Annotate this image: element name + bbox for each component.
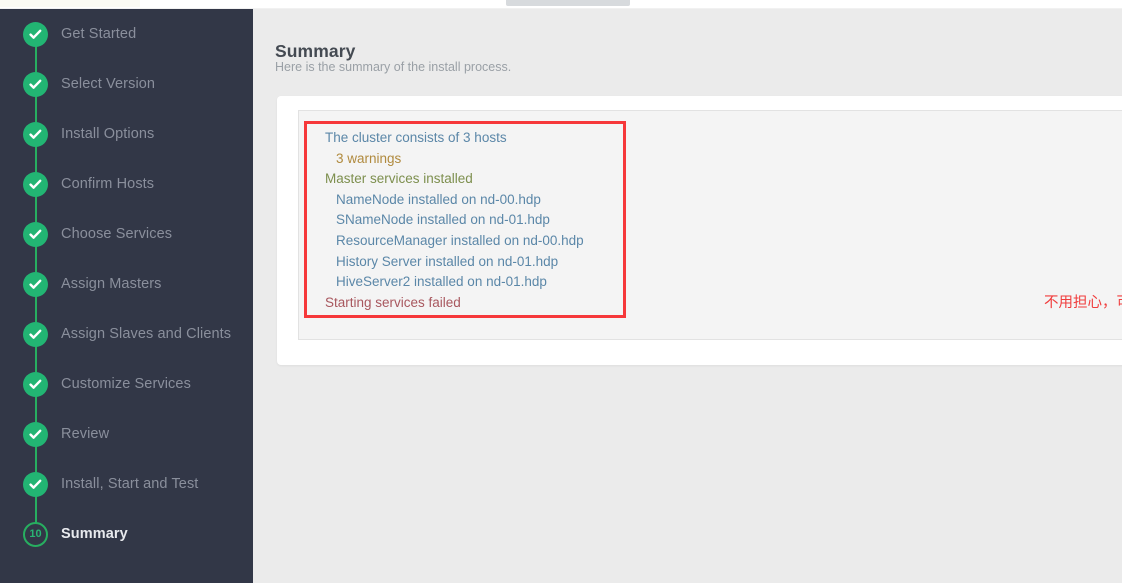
chrome-cream-strip (0, 0, 140, 7)
sidebar-step-label: Get Started (61, 26, 137, 42)
status-list-item: History Server installed on nd-01.hdp (336, 253, 559, 269)
summary-panel: The cluster consists of 3 hosts 3 warning… (298, 110, 1122, 340)
check-icon (23, 71, 48, 97)
check-icon (23, 421, 48, 447)
status-list-item: The cluster consists of 3 hosts (325, 130, 507, 145)
check-icon (23, 221, 48, 247)
sidebar-step-label: Confirm Hosts (61, 176, 155, 192)
sidebar-step-label: Review (61, 426, 110, 442)
sidebar-step-customize-services[interactable]: Customize Services (0, 334, 253, 409)
status-list-item: Master services installed (325, 171, 473, 187)
check-icon (23, 171, 48, 197)
sidebar-step-install-options[interactable]: Install Options (0, 84, 253, 159)
sidebar-step-label: Choose Services (61, 226, 173, 242)
sidebar-step-review[interactable]: Review (0, 384, 253, 459)
step-number-badge: 10 (23, 521, 48, 547)
page-title: Summary (275, 40, 356, 61)
sidebar-step-label: Install Options (61, 126, 155, 142)
sidebar-step-label: Select Version (61, 76, 156, 92)
status-list-item: ResourceManager installed on nd-00.hdp (336, 232, 584, 248)
status-list-item: NameNode installed on nd-00.hdp (336, 191, 541, 207)
install-status-list: The cluster consists of 3 hosts 3 warning… (325, 128, 625, 313)
check-icon (23, 271, 48, 297)
status-list-item: HiveServer2 installed on nd-01.hdp (336, 274, 547, 290)
check-icon (23, 121, 48, 147)
sidebar-step-label: Assign Masters (61, 276, 162, 292)
chinese-annotation-note: 不用担心，可以从监控平台重启出问题的组件 (1044, 295, 1122, 311)
sidebar-step-assign-slaves-and-clients[interactable]: Assign Slaves and Clients (0, 284, 253, 359)
sidebar-step-summary[interactable]: 10 Summary (0, 484, 253, 559)
status-list-item: Starting services failed (325, 294, 461, 310)
wizard-step-list: Get Started Select Version Install Options… (0, 9, 253, 559)
check-icon (23, 21, 48, 47)
sidebar-step-assign-masters[interactable]: Assign Masters (0, 234, 253, 309)
sidebar-step-label: Customize Services (61, 376, 191, 392)
sidebar-step-choose-services[interactable]: Choose Services (0, 184, 253, 259)
app-root: Get Started Select Version Install Options… (0, 9, 1122, 583)
sidebar-step-select-version[interactable]: Select Version (0, 34, 253, 109)
page-subtitle: Here is the summary of the install proce… (275, 60, 512, 74)
check-icon (23, 321, 48, 347)
status-list-item: SNameNode installed on nd-01.hdp (336, 212, 550, 228)
summary-card: The cluster consists of 3 hosts 3 warning… (277, 96, 1122, 365)
sidebar-step-install-start-and-test[interactable]: Install, Start and Test (0, 434, 253, 509)
browser-chrome-sliver (0, 0, 1122, 9)
wizard-sidebar: Get Started Select Version Install Options… (0, 9, 253, 583)
chrome-inactive-tab[interactable] (506, 0, 630, 6)
main-content: Summary Here is the summary of the insta… (253, 9, 1122, 583)
sidebar-step-label: Assign Slaves and Clients (61, 326, 232, 342)
check-icon (23, 371, 48, 397)
check-icon (23, 471, 48, 497)
sidebar-step-label: Summary (61, 526, 128, 542)
status-list-item: 3 warnings (336, 150, 402, 166)
sidebar-step-confirm-hosts[interactable]: Confirm Hosts (0, 134, 253, 209)
sidebar-step-get-started[interactable]: Get Started (0, 9, 253, 59)
sidebar-step-label: Install, Start and Test (61, 476, 199, 492)
